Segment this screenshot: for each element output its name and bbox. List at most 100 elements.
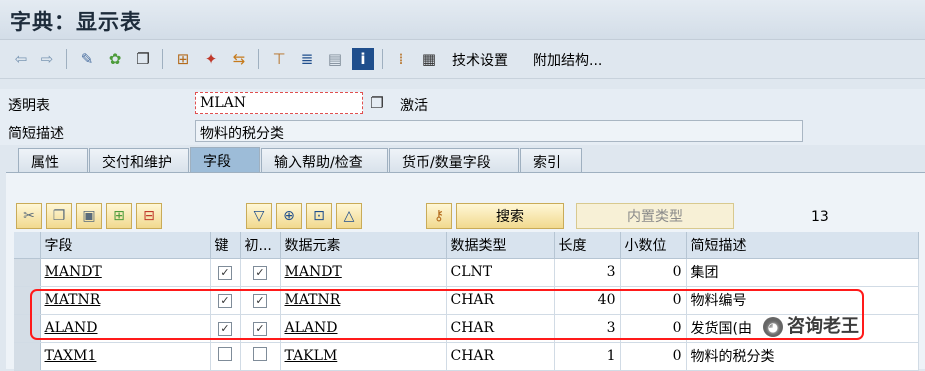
hierarchy-icon[interactable]: ⊞: [172, 48, 194, 70]
collapse-icon[interactable]: ⊡: [306, 203, 332, 229]
short-desc-label: 简短描述: [8, 126, 64, 142]
short-desc: 物料编号: [686, 286, 919, 315]
row-selector[interactable]: [14, 286, 41, 315]
checkmark-icon: ✓: [253, 266, 267, 280]
tab-currency-quantity[interactable]: 货币/数量字段: [389, 148, 519, 172]
short-desc-field[interactable]: 物料的税分类: [195, 120, 803, 142]
length: 40: [554, 286, 621, 315]
object-list-icon[interactable]: ✿: [104, 48, 126, 70]
tab-input-help[interactable]: 输入帮助/检查: [261, 148, 388, 172]
row-selector[interactable]: [14, 342, 41, 371]
length: 1: [554, 342, 621, 371]
col-data-element[interactable]: 数据元素: [280, 232, 447, 259]
decimals: 0: [620, 258, 687, 287]
forward-icon[interactable]: ⇨: [36, 48, 58, 70]
sort-icon[interactable]: △: [336, 203, 362, 229]
tab-delivery-maintenance[interactable]: 交付和维护: [89, 148, 189, 172]
separator: [162, 49, 163, 69]
window-title: 字典：显示表: [10, 10, 142, 34]
col-length[interactable]: 长度: [554, 232, 621, 259]
initial-checkbox[interactable]: ✓: [240, 314, 281, 343]
delete-row-icon[interactable]: ⊟: [136, 203, 162, 229]
table-icon[interactable]: ▦: [418, 48, 440, 70]
field-name[interactable]: MATNR: [40, 286, 211, 315]
initial-checkbox[interactable]: ✓: [240, 286, 281, 315]
fields-table: 字段 键 初... 数据元素 数据类型 长度 小数位 简短描述 MANDT ✓ …: [14, 232, 919, 371]
stack-icon[interactable]: ≣: [296, 48, 318, 70]
paste-icon[interactable]: ▣: [76, 203, 102, 229]
append-structure-button[interactable]: 附加结构...: [533, 50, 602, 70]
row-selector[interactable]: [14, 314, 41, 343]
field-name[interactable]: MANDT: [40, 258, 211, 287]
copy-icon[interactable]: ❐: [132, 48, 154, 70]
data-element[interactable]: TAKLM: [280, 342, 447, 371]
transport-icon[interactable]: ⇆: [228, 48, 250, 70]
col-initial[interactable]: 初...: [240, 232, 281, 259]
initial-checkbox[interactable]: ✓: [240, 258, 281, 287]
list-icon[interactable]: ▤: [324, 48, 346, 70]
checkmark-icon: ✓: [218, 322, 232, 336]
col-key[interactable]: 键: [210, 232, 241, 259]
info-icon[interactable]: i: [352, 48, 374, 70]
back-icon[interactable]: ⇦: [10, 48, 32, 70]
table-row: MANDT ✓ ✓ MANDT CLNT 3 0 集团: [14, 258, 919, 287]
select-all-cell[interactable]: [14, 232, 41, 259]
builtin-type-button[interactable]: 内置类型: [576, 203, 734, 229]
table-header-row: 字段 键 初... 数据元素 数据类型 长度 小数位 简短描述: [14, 232, 919, 259]
key-checkbox[interactable]: ✓: [210, 258, 241, 287]
watermark-text: 咨询老王: [787, 316, 859, 337]
col-short-desc[interactable]: 简短描述: [686, 232, 919, 259]
key-icon[interactable]: ⚷: [426, 203, 452, 229]
grid-icon[interactable]: ⁞: [390, 48, 412, 70]
copy-icon[interactable]: ❐: [366, 92, 388, 114]
expand-icon[interactable]: ⊕: [276, 203, 302, 229]
checkbox-empty: [218, 347, 232, 361]
separator: [66, 49, 67, 69]
data-type: CLNT: [446, 258, 555, 287]
magic-wand-icon[interactable]: ✦: [200, 48, 222, 70]
col-data-type[interactable]: 数据类型: [446, 232, 555, 259]
checkmark-icon: ✓: [218, 294, 232, 308]
insert-row-icon[interactable]: ⊞: [106, 203, 132, 229]
length: 3: [554, 314, 621, 343]
table-row: TAXM1 TAKLM CHAR 1 0 物料的税分类: [14, 342, 919, 371]
transparent-table-label: 透明表: [8, 98, 50, 114]
cut-icon[interactable]: ✂: [16, 203, 42, 229]
data-element[interactable]: MATNR: [280, 286, 447, 315]
separator: [258, 49, 259, 69]
key-checkbox[interactable]: [210, 342, 241, 371]
key-checkbox[interactable]: ✓: [210, 286, 241, 315]
search-button[interactable]: 搜索: [456, 203, 564, 229]
short-desc: 物料的税分类: [686, 342, 919, 371]
transparent-table-row: 透明表 MLAN ❐ 激活: [0, 89, 925, 117]
tab-attributes[interactable]: 属性: [18, 148, 88, 172]
short-desc: 集团: [686, 258, 919, 287]
field-name[interactable]: TAXM1: [40, 342, 211, 371]
short-desc-row: 简短描述 物料的税分类: [0, 117, 925, 145]
key-checkbox[interactable]: ✓: [210, 314, 241, 343]
col-decimals[interactable]: 小数位: [620, 232, 687, 259]
table-row: MATNR ✓ ✓ MATNR CHAR 40 0 物料编号: [14, 286, 919, 315]
decimals: 0: [620, 286, 687, 315]
field-name[interactable]: ALAND: [40, 314, 211, 343]
table-name-field[interactable]: MLAN: [195, 92, 363, 114]
col-field[interactable]: 字段: [40, 232, 211, 259]
data-element[interactable]: MANDT: [280, 258, 447, 287]
filter-icon[interactable]: ▽: [246, 203, 272, 229]
tree-icon[interactable]: ⊤: [268, 48, 290, 70]
initial-checkbox[interactable]: [240, 342, 281, 371]
decimals: 0: [620, 342, 687, 371]
copy-row-icon[interactable]: ❐: [46, 203, 72, 229]
row-selector[interactable]: [14, 258, 41, 287]
checkbox-empty: [253, 347, 267, 361]
data-type: CHAR: [446, 314, 555, 343]
separator: [382, 49, 383, 69]
checkmark-icon: ✓: [253, 322, 267, 336]
tab-indexes[interactable]: 索引: [520, 148, 582, 172]
tools-icon[interactable]: ✎: [76, 48, 98, 70]
application-toolbar: ⇦ ⇨ ✎ ✿ ❐ ⊞ ✦ ⇆ ⊤ ≣ ▤ i ⁞ ▦ 技术设置 附加结构...: [0, 41, 925, 79]
checkmark-icon: ✓: [218, 266, 232, 280]
tech-settings-button[interactable]: 技术设置: [452, 50, 508, 70]
tab-fields[interactable]: 字段: [190, 147, 260, 172]
data-element[interactable]: ALAND: [280, 314, 447, 343]
